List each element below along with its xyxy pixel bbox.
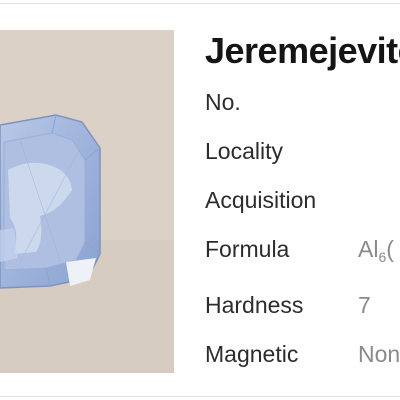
top-divider bbox=[0, 3, 400, 4]
value-magnetic: Non bbox=[358, 341, 400, 367]
label-magnetic: Magnetic bbox=[205, 341, 299, 367]
label-number: No. bbox=[205, 89, 241, 115]
value-formula: Al6( bbox=[358, 236, 394, 265]
label-hardness: Hardness bbox=[205, 292, 304, 318]
mineral-name-title: Jeremejevite bbox=[205, 30, 400, 71]
formula-rest: ( bbox=[386, 236, 394, 262]
mineral-detail-screen: Jeremejevite No. Locality Acquisition Fo… bbox=[0, 0, 400, 400]
label-locality: Locality bbox=[205, 138, 283, 164]
label-formula: Formula bbox=[205, 236, 290, 262]
mineral-photo[interactable] bbox=[0, 30, 174, 373]
bottom-divider bbox=[0, 396, 400, 397]
formula-main: Al bbox=[358, 236, 379, 262]
label-acquisition: Acquisition bbox=[205, 187, 317, 213]
value-hardness: 7 bbox=[358, 292, 371, 318]
